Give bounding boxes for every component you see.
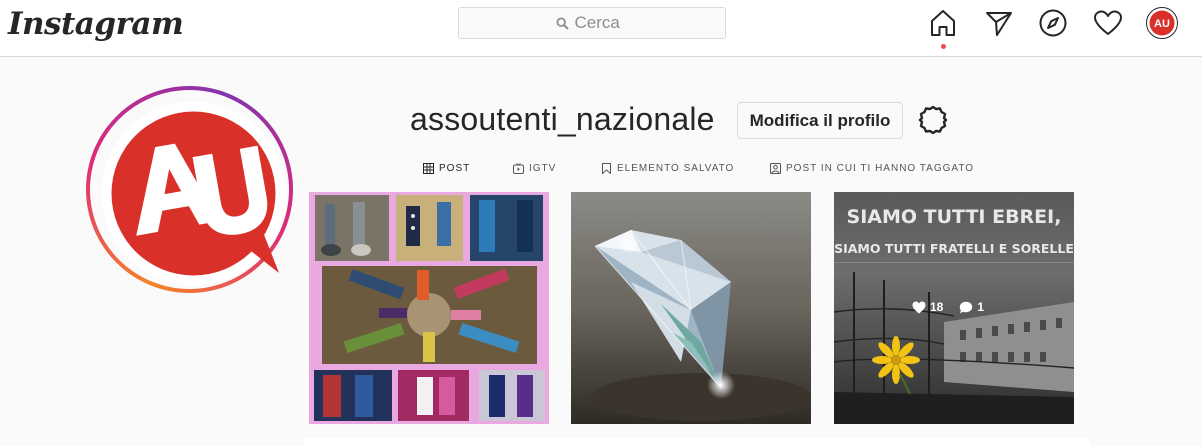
profile-picture[interactable] bbox=[86, 86, 293, 293]
grid-icon bbox=[423, 163, 434, 174]
comments-count: 1 bbox=[977, 300, 985, 314]
memorial-post[interactable]: SIAMO TUTTI EBREI, SIAMO TUTTI FRATELLI … bbox=[834, 192, 1074, 424]
top-navigation-bar: Instagram AU bbox=[0, 0, 1202, 57]
search-input[interactable] bbox=[574, 13, 629, 33]
svg-text:AU: AU bbox=[1154, 18, 1170, 30]
tagged-icon bbox=[770, 163, 781, 174]
tab-tagged[interactable]: POST IN CUI TI HANNO TAGGATO bbox=[770, 163, 974, 174]
igtv-icon bbox=[513, 163, 524, 174]
explore-icon[interactable] bbox=[1038, 8, 1068, 38]
profile-username: assoutenti_nazionale bbox=[410, 101, 715, 137]
tab-tagged-label: POST IN CUI TI HANNO TAGGATO bbox=[786, 163, 975, 174]
comments-stat: 1 bbox=[959, 300, 984, 314]
heart-icon bbox=[912, 301, 926, 313]
diamond-image bbox=[571, 192, 811, 424]
bookmark-icon bbox=[602, 163, 611, 174]
home-icon[interactable] bbox=[928, 8, 958, 38]
memorial-caption-line1: SIAMO TUTTI EBREI, bbox=[846, 206, 1062, 228]
tab-post[interactable]: POST bbox=[423, 163, 470, 174]
tab-saved[interactable]: ELEMENTO SALVATO bbox=[601, 163, 734, 174]
page-bottom-strip bbox=[304, 438, 1090, 446]
post-hover-stats: 18 1 bbox=[912, 300, 984, 314]
tab-saved-label: ELEMENTO SALVATO bbox=[617, 163, 735, 174]
search-icon bbox=[555, 16, 569, 30]
au-logo-icon bbox=[101, 101, 286, 286]
tab-post-label: POST bbox=[439, 163, 471, 174]
socks-collage-image bbox=[309, 192, 549, 424]
settings-gear-icon[interactable] bbox=[917, 104, 949, 136]
diamond-post[interactable] bbox=[571, 192, 811, 424]
likes-count: 18 bbox=[930, 300, 944, 314]
active-indicator bbox=[941, 44, 946, 49]
direct-icon[interactable] bbox=[984, 8, 1014, 38]
search-box[interactable] bbox=[458, 7, 726, 39]
edit-profile-button[interactable]: Modifica il profilo bbox=[737, 102, 903, 139]
likes-stat: 18 bbox=[912, 300, 943, 314]
memorial-caption-line2: SIAMO TUTTI FRATELLI E SORELLE bbox=[834, 241, 1074, 256]
profile-avatar-icon[interactable]: AU bbox=[1146, 7, 1178, 39]
activity-heart-icon[interactable] bbox=[1093, 8, 1123, 38]
tab-igtv[interactable]: IGTV bbox=[513, 163, 556, 174]
instagram-logo[interactable]: Instagram bbox=[8, 6, 184, 42]
tab-igtv-label: IGTV bbox=[529, 163, 557, 174]
comment-icon bbox=[960, 301, 973, 313]
socks-collage-post[interactable] bbox=[309, 192, 549, 424]
